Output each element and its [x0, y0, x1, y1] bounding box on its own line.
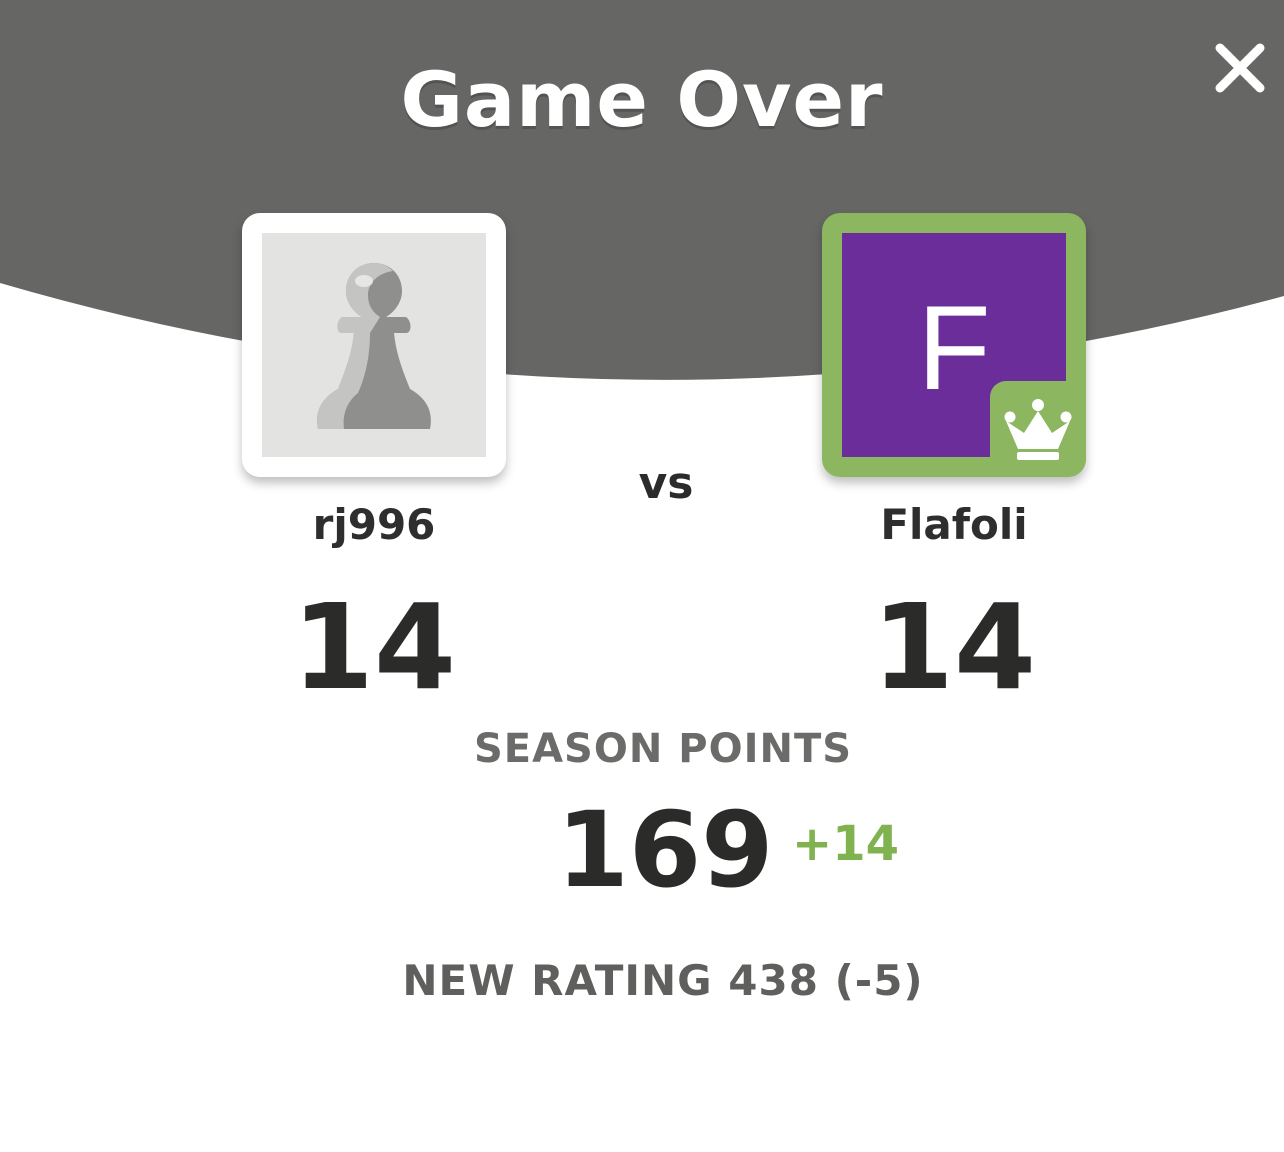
new-rating-text: NEW RATING 438 (-5): [402, 956, 924, 1005]
game-over-modal: Game Over vs F rj996 Flafoli 14 14 SEASO…: [0, 0, 1284, 1152]
player-right-name[interactable]: Flafoli: [804, 500, 1104, 549]
season-points-value: 169: [556, 789, 774, 911]
pawn-icon: [317, 263, 431, 429]
player-left-score: 14: [291, 578, 457, 716]
player-right-avatar[interactable]: F: [822, 213, 1086, 477]
player-right-score: 14: [871, 578, 1037, 716]
close-button[interactable]: [1208, 36, 1272, 100]
close-icon: [1215, 43, 1265, 93]
season-points-delta: +14: [792, 816, 900, 872]
player-left-avatar[interactable]: [242, 213, 506, 477]
modal-title: Game Over: [400, 55, 884, 144]
premium-badge: [990, 381, 1086, 477]
season-points-row: 169 +14: [0, 790, 1284, 910]
season-points-label: SEASON POINTS: [473, 726, 853, 772]
versus-label: vs: [638, 458, 694, 509]
crown-icon: [1004, 399, 1072, 460]
player-left-name[interactable]: rj996: [224, 500, 524, 549]
avatar-background: [262, 233, 486, 457]
